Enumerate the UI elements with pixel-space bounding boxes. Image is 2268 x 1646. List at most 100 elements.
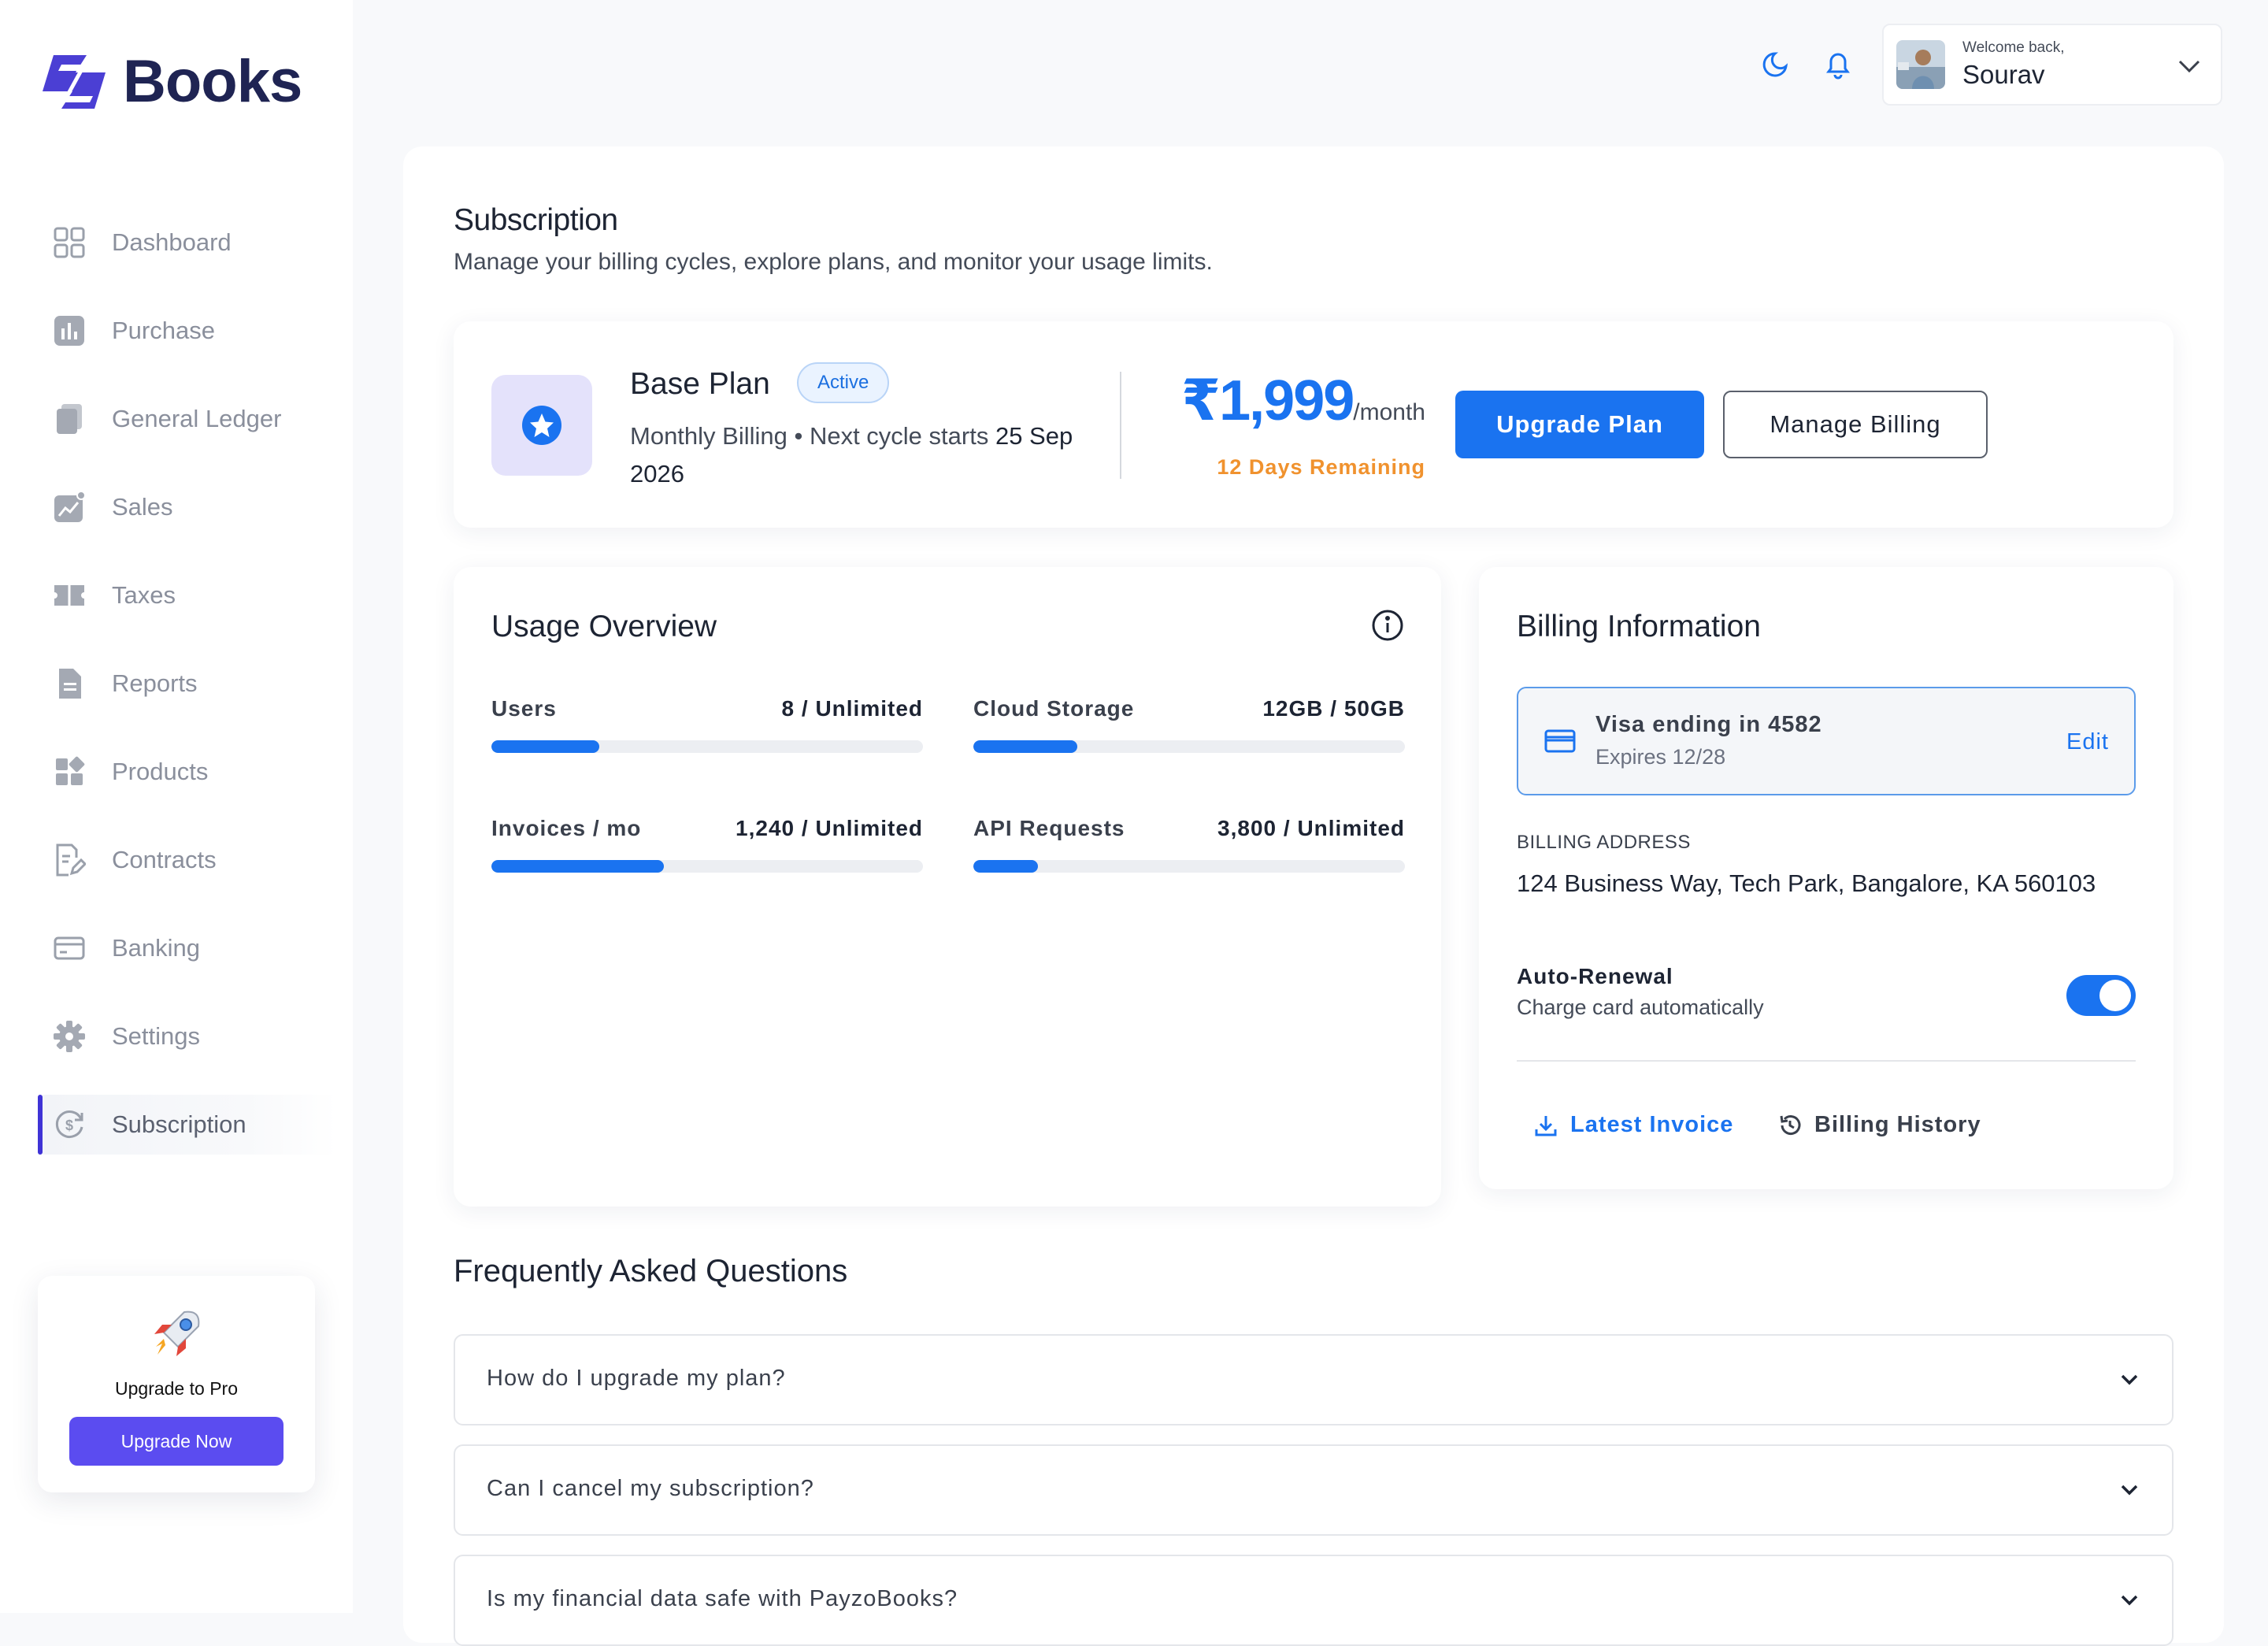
page-subtitle: Manage your billing cycles, explore plan… bbox=[454, 249, 1213, 275]
info-icon[interactable] bbox=[1370, 608, 1405, 643]
toggle-knob bbox=[2099, 980, 2131, 1011]
welcome-text: Welcome back, bbox=[1962, 39, 2065, 56]
plan-icon bbox=[491, 375, 592, 476]
progress-fill bbox=[491, 740, 599, 753]
bell-icon bbox=[1826, 53, 1850, 80]
books-logo-icon bbox=[43, 54, 106, 109]
sidebar-item-settings[interactable]: Settings bbox=[38, 1007, 337, 1066]
price-amount: ₹1,999 bbox=[1181, 369, 1354, 432]
metric-cloud-storage: Cloud Storage 12GB / 50GB bbox=[973, 696, 1405, 753]
subscription-dollar-icon: $ bbox=[52, 1107, 87, 1142]
card-number: Visa ending in 4582 bbox=[1595, 712, 1822, 737]
progress-fill bbox=[973, 740, 1077, 753]
metric-users: Users 8 / Unlimited bbox=[491, 696, 923, 753]
sidebar-item-purchase[interactable]: Purchase bbox=[38, 301, 337, 361]
sidebar-item-label: Purchase bbox=[112, 317, 215, 344]
progress-track bbox=[973, 860, 1405, 873]
faq-item[interactable]: Can I cancel my subscription? bbox=[454, 1444, 2174, 1536]
progress-fill bbox=[973, 860, 1039, 873]
page-title: Subscription bbox=[454, 203, 618, 237]
metric-label: Cloud Storage bbox=[973, 696, 1135, 721]
card-expiry: Expires 12/28 bbox=[1595, 745, 1726, 769]
credit-card-icon bbox=[1544, 729, 1576, 753]
sidebar-item-label: Taxes bbox=[112, 581, 176, 609]
avatar bbox=[1896, 40, 1945, 89]
sidebar-item-label: Banking bbox=[112, 934, 201, 962]
sidebar-item-banking[interactable]: Banking bbox=[38, 918, 337, 978]
sidebar-item-label: Sales bbox=[112, 493, 173, 521]
payment-method: Visa ending in 4582 Expires 12/28 Edit bbox=[1517, 687, 2136, 795]
metric-value: 3,800 / Unlimited bbox=[1217, 816, 1405, 840]
main-content: Subscription Manage your billing cycles,… bbox=[403, 146, 2224, 1646]
sidebar-item-sales[interactable]: Sales bbox=[38, 477, 337, 537]
plan-divider bbox=[1120, 372, 1121, 479]
chevron-down-icon bbox=[2178, 60, 2200, 73]
bank-card-icon bbox=[52, 931, 87, 966]
sidebar-item-general-ledger[interactable]: General Ledger bbox=[38, 389, 337, 449]
user-name: Sourav bbox=[1962, 60, 2045, 89]
address-label: BILLING ADDRESS bbox=[1517, 832, 1691, 853]
sidebar: Books Dashboard Purchase General Ledger … bbox=[0, 0, 353, 1613]
progress-fill bbox=[491, 860, 665, 873]
metric-value: 1,240 / Unlimited bbox=[736, 816, 923, 840]
sidebar-nav: Dashboard Purchase General Ledger Sales … bbox=[38, 213, 337, 1183]
billing-history-link[interactable]: Billing History bbox=[1778, 1112, 1981, 1138]
brand-logo[interactable]: Books bbox=[38, 47, 302, 116]
progress-track bbox=[973, 740, 1405, 753]
sidebar-item-taxes[interactable]: Taxes bbox=[38, 565, 337, 625]
auto-renewal-toggle[interactable] bbox=[2066, 975, 2136, 1016]
upgrade-promo-card: Upgrade to Pro Upgrade Now bbox=[38, 1276, 315, 1492]
history-icon bbox=[1780, 1114, 1801, 1135]
billing-title: Billing Information bbox=[1517, 610, 1761, 643]
svg-text:$: $ bbox=[65, 1118, 73, 1133]
chevron-down-icon bbox=[2121, 1485, 2138, 1496]
manage-billing-button[interactable]: Manage Billing bbox=[1723, 391, 1988, 458]
user-menu[interactable]: Welcome back, Sourav bbox=[1882, 24, 2222, 106]
plan-price: ₹1,999/month bbox=[1169, 367, 1425, 433]
auto-renewal-subtitle: Charge card automatically bbox=[1517, 995, 1764, 1019]
tax-ticket-icon bbox=[52, 578, 87, 613]
latest-invoice-link[interactable]: Latest Invoice bbox=[1534, 1112, 1733, 1138]
sidebar-item-dashboard[interactable]: Dashboard bbox=[38, 213, 337, 272]
sidebar-item-label: Products bbox=[112, 758, 209, 785]
report-file-icon bbox=[52, 666, 87, 701]
faq-question: Can I cancel my subscription? bbox=[487, 1476, 814, 1501]
usage-overview-card: Usage Overview Users 8 / Unlimited Cloud… bbox=[454, 567, 1441, 1207]
upgrade-plan-button[interactable]: Upgrade Plan bbox=[1455, 391, 1704, 458]
sidebar-item-label: Subscription bbox=[112, 1110, 246, 1138]
sidebar-item-subscription[interactable]: $ Subscription bbox=[38, 1095, 337, 1155]
metric-label: API Requests bbox=[973, 816, 1125, 840]
sidebar-item-products[interactable]: Products bbox=[38, 742, 337, 802]
billing-address: 124 Business Way, Tech Park, Bangalore, … bbox=[1517, 869, 2096, 897]
settings-gear-icon bbox=[52, 1019, 87, 1054]
contract-edit-icon bbox=[52, 843, 87, 877]
progress-track bbox=[491, 860, 923, 873]
upgrade-now-button[interactable]: Upgrade Now bbox=[69, 1417, 284, 1466]
sidebar-item-reports[interactable]: Reports bbox=[38, 654, 337, 714]
divider bbox=[1517, 1060, 2136, 1062]
download-icon bbox=[1535, 1115, 1557, 1136]
chevron-down-icon bbox=[2121, 1374, 2138, 1385]
sidebar-item-label: General Ledger bbox=[112, 405, 282, 432]
chevron-down-icon bbox=[2121, 1595, 2138, 1606]
faq-item[interactable]: How do I upgrade my plan? bbox=[454, 1334, 2174, 1425]
edit-card-link[interactable]: Edit bbox=[2066, 729, 2109, 755]
metric-value: 8 / Unlimited bbox=[781, 696, 923, 721]
sidebar-item-label: Dashboard bbox=[112, 228, 232, 256]
rocket-icon bbox=[154, 1310, 200, 1356]
faq-title: Frequently Asked Questions bbox=[454, 1254, 848, 1288]
dashboard-grid-icon bbox=[52, 225, 87, 260]
faq-item[interactable]: Is my financial data safe with PayzoBook… bbox=[454, 1555, 2174, 1646]
star-badge-icon bbox=[522, 406, 561, 445]
billing-history-label: Billing History bbox=[1814, 1112, 1981, 1137]
usage-title: Usage Overview bbox=[491, 610, 717, 643]
plan-billing-info: Monthly Billing • Next cycle starts 25 S… bbox=[630, 417, 1087, 493]
theme-toggle[interactable] bbox=[1756, 46, 1794, 83]
metric-label: Users bbox=[491, 696, 557, 721]
sidebar-item-label: Reports bbox=[112, 669, 198, 697]
sidebar-item-contracts[interactable]: Contracts bbox=[38, 830, 337, 890]
notifications-button[interactable] bbox=[1819, 46, 1857, 83]
metric-value: 12GB / 50GB bbox=[1262, 696, 1405, 721]
metric-invoices: Invoices / mo 1,240 / Unlimited bbox=[491, 816, 923, 873]
progress-track bbox=[491, 740, 923, 753]
